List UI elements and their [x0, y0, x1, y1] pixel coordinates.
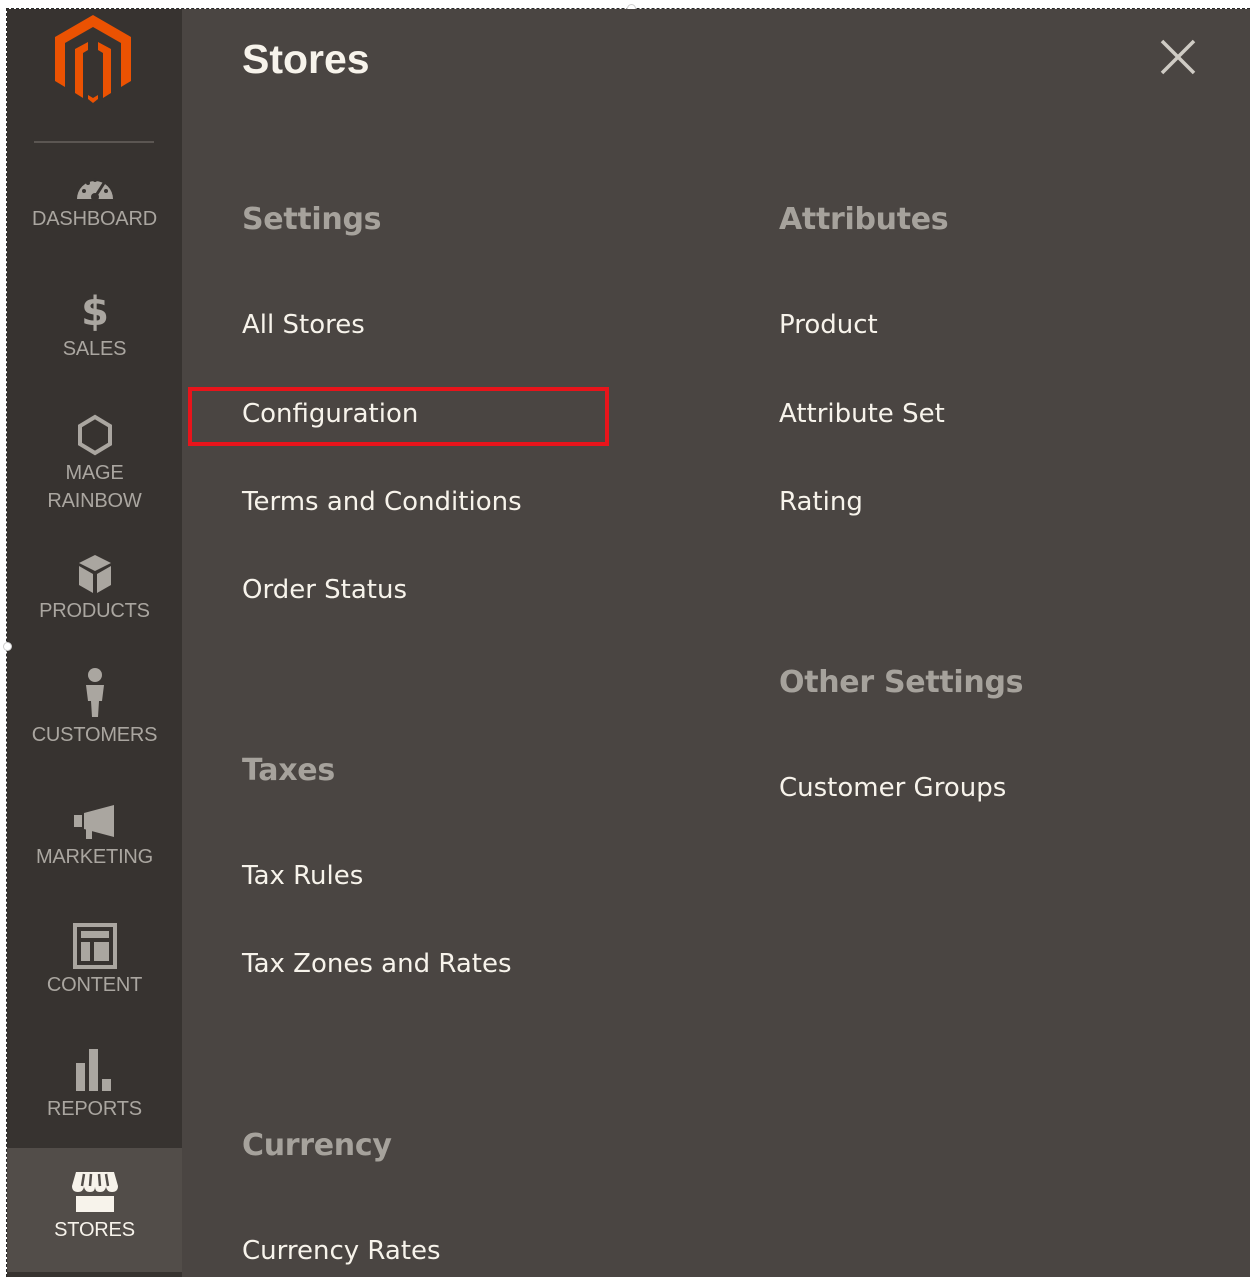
nav-item-label: DASHBOARD — [32, 208, 157, 230]
nav-item-label: STORES — [54, 1219, 135, 1241]
layout-icon — [72, 923, 117, 969]
close-icon[interactable] — [1160, 39, 1196, 75]
menu-link-customer-groups[interactable]: Customer Groups — [779, 773, 1006, 804]
nav-item-label: PRODUCTS — [39, 600, 150, 622]
sidebar-divider — [34, 141, 154, 143]
menu-link-currency-rates[interactable]: Currency Rates — [242, 1236, 441, 1267]
nav-item-products[interactable]: PRODUCTS — [7, 553, 182, 625]
menu-link-all-stores[interactable]: All Stores — [242, 310, 365, 341]
hexagon-icon — [77, 414, 112, 456]
menu-link-terms-and-conditions[interactable]: Terms and Conditions — [242, 487, 522, 518]
magento-logo-icon[interactable] — [55, 15, 131, 103]
panel-title: Stores — [242, 36, 370, 82]
dashboard-gauge-icon — [76, 178, 113, 201]
section-title-currency: Currency — [242, 1128, 392, 1163]
person-icon — [85, 668, 104, 717]
resize-handle-left[interactable] — [3, 642, 12, 651]
menu-link-tax-rules[interactable]: Tax Rules — [242, 861, 363, 892]
cube-icon — [78, 555, 111, 593]
nav-item-label: MAGE RAINBOW — [47, 462, 142, 512]
section-title-settings: Settings — [242, 202, 382, 237]
section-title-taxes: Taxes — [242, 753, 335, 788]
megaphone-icon — [73, 805, 114, 839]
nav-item-label: MARKETING — [35, 846, 154, 868]
nav-item-label: SALES — [62, 338, 127, 360]
nav-item-stores[interactable]: STORES — [7, 1148, 182, 1272]
nav-item-sales[interactable]: $ SALES — [7, 287, 182, 363]
nav-item-label: REPORTS — [47, 1098, 142, 1120]
dollar-icon: $ — [81, 289, 109, 333]
nav-item-customers[interactable]: CUSTOMERS — [7, 667, 182, 749]
highlight-box — [188, 387, 609, 446]
nav-item-dashboard[interactable]: DASHBOARD — [7, 171, 182, 233]
storefront-icon — [71, 1172, 118, 1212]
section-title-other-settings: Other Settings — [779, 665, 1024, 700]
svg-text:$: $ — [81, 289, 109, 333]
admin-sidebar: DASHBOARD $ SALES MAGE RAINBOW PRODUCTS … — [7, 9, 182, 1277]
menu-link-attribute-set[interactable]: Attribute Set — [779, 399, 945, 430]
nav-item-reports[interactable]: REPORTS — [7, 1047, 182, 1123]
menu-link-tax-zones-and-rates[interactable]: Tax Zones and Rates — [242, 949, 512, 980]
nav-item-marketing[interactable]: MARKETING — [7, 803, 182, 871]
nav-item-content[interactable]: CONTENT — [7, 923, 182, 999]
menu-link-product[interactable]: Product — [779, 310, 878, 341]
nav-item-label: CONTENT — [46, 974, 143, 996]
section-title-attributes: Attributes — [779, 202, 949, 237]
menu-link-order-status[interactable]: Order Status — [242, 575, 407, 606]
bar-chart-icon — [75, 1049, 111, 1091]
nav-item-mage-rainbow[interactable]: MAGE RAINBOW — [7, 413, 182, 515]
stores-menu-panel: Stores Settings All Stores Configuration… — [182, 9, 1250, 1277]
menu-link-rating[interactable]: Rating — [779, 487, 863, 518]
nav-item-label: CUSTOMERS — [31, 724, 158, 746]
